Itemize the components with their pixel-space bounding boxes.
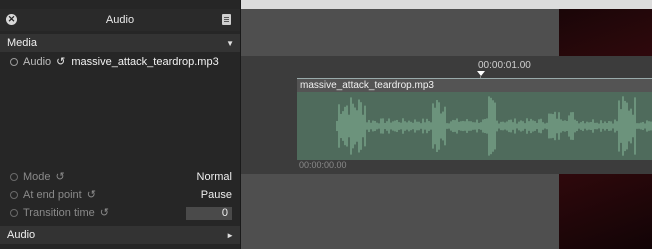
top-strip [241,0,652,9]
document-icon[interactable] [222,14,231,25]
keyframe-clock-icon[interactable] [10,191,18,199]
transition-time-label: Transition time [23,207,95,219]
reset-icon[interactable]: ↺ [87,189,96,201]
audio-file-name[interactable]: massive_attack_teardrop.mp3 [71,56,218,68]
chevron-down-icon: ▼ [226,38,234,48]
chevron-right-icon: ► [226,230,234,240]
transition-time-input[interactable]: 0 [186,206,232,220]
keyframe-clock-icon[interactable] [10,58,18,66]
close-icon[interactable]: ✕ [6,14,17,25]
audio-file-row[interactable]: Audio ↺ massive_attack_teardrop.mp3 [0,54,240,70]
audio-label: Audio [23,56,52,68]
audio-section-header[interactable]: Audio ► [0,226,240,244]
end-point-row[interactable]: At end point ↺ Pause [0,187,240,203]
clip-title: massive_attack_teardrop.mp3 [297,79,652,92]
playhead-marker-icon[interactable] [477,71,485,76]
transition-time-row[interactable]: Transition time ↺ 0 [0,205,240,221]
timeline-stage: 00:00:01.00 massive_attack_teardrop.mp3 … [241,0,652,249]
waveform [336,96,652,156]
end-point-value[interactable]: Pause [201,189,232,201]
mode-row[interactable]: Mode ↺ Normal [0,169,240,185]
media-section-label: Media [7,37,37,49]
end-point-label: At end point [23,189,82,201]
media-section-header[interactable]: Media ▼ [0,34,240,52]
keyframe-clock-icon[interactable] [10,209,18,217]
mode-label: Mode [23,171,51,183]
panel-title: Audio [105,14,135,26]
audio-properties-panel: ✕ Audio Media ▼ Audio ↺ massive_attack_t… [0,0,241,249]
audio-clip[interactable]: massive_attack_teardrop.mp3 [297,78,652,160]
audio-section-label: Audio [7,229,36,241]
clip-start-timecode: 00:00:00.00 [299,160,347,170]
reset-icon[interactable]: ↺ [100,207,109,219]
panel-header: ✕ Audio [0,9,240,31]
keyframe-clock-icon[interactable] [10,173,18,181]
mode-value[interactable]: Normal [197,171,232,183]
playhead-timecode: 00:00:01.00 [478,60,531,71]
reset-icon[interactable]: ↺ [56,171,65,183]
reset-icon[interactable]: ↺ [56,56,65,68]
